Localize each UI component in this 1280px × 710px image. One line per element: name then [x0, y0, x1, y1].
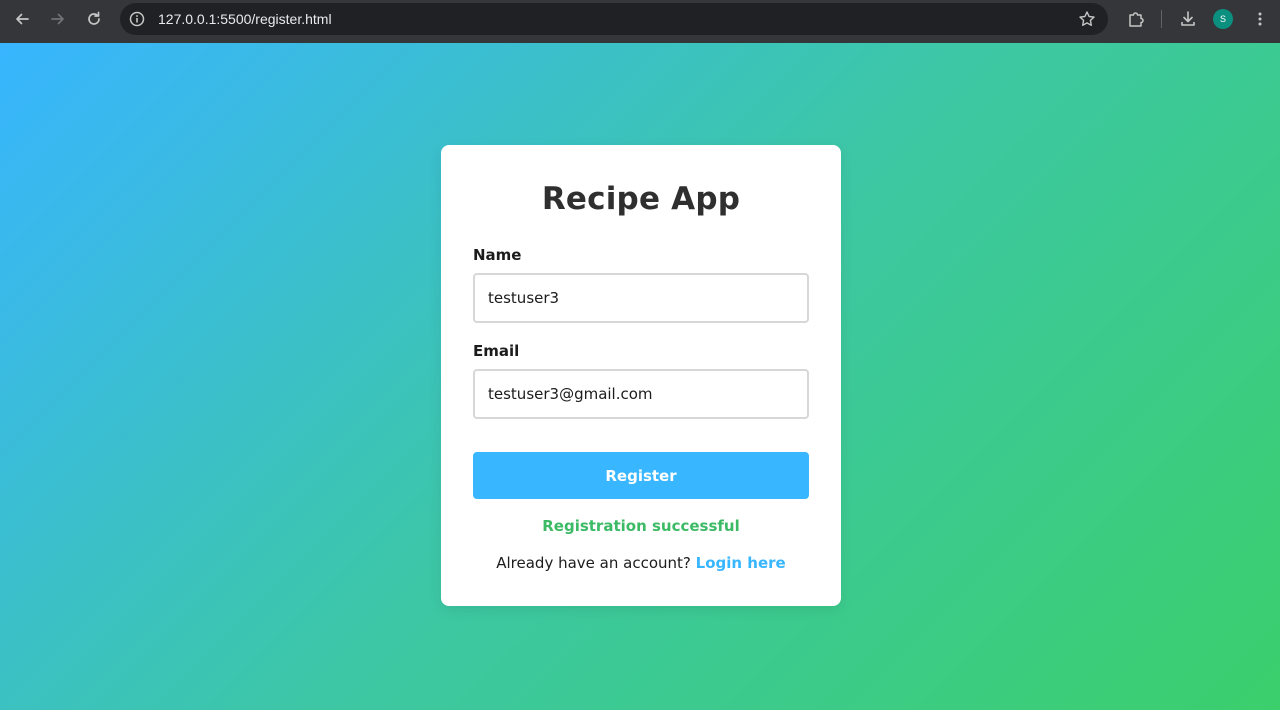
login-prompt-line: Already have an account? Login here	[441, 554, 841, 572]
bookmark-star-icon[interactable]	[1078, 10, 1096, 28]
arrow-right-icon	[51, 13, 64, 25]
downloads-button[interactable]	[1174, 7, 1202, 31]
reload-button[interactable]	[80, 7, 108, 31]
name-input[interactable]	[473, 273, 809, 323]
info-icon[interactable]	[128, 10, 146, 28]
register-card: Recipe App Name Email Register Registrat…	[441, 145, 841, 606]
download-icon	[1181, 11, 1195, 26]
puzzle-icon	[1129, 12, 1144, 27]
browser-toolbar: 127.0.0.1:5500/register.html S	[0, 0, 1280, 43]
arrow-left-icon	[16, 13, 29, 25]
reload-icon	[88, 11, 100, 25]
page-background: Recipe App Name Email Register Registrat…	[0, 43, 1280, 710]
app-title: Recipe App	[541, 181, 741, 217]
profile-avatar[interactable]: S	[1213, 9, 1233, 29]
login-prompt-text: Already have an account?	[496, 554, 691, 572]
toolbar-divider	[1161, 10, 1162, 28]
extensions-button[interactable]	[1122, 7, 1150, 31]
login-link[interactable]: Login here	[696, 554, 786, 572]
name-label: Name	[473, 246, 522, 264]
email-label: Email	[473, 342, 520, 360]
forward-button[interactable]	[44, 7, 72, 31]
url-text[interactable]: 127.0.0.1:5500/register.html	[158, 11, 332, 27]
email-input[interactable]	[473, 369, 809, 419]
more-vertical-icon	[1258, 12, 1262, 26]
register-button[interactable]: Register	[473, 452, 809, 499]
status-message: Registration successful	[542, 517, 740, 535]
menu-button[interactable]	[1246, 7, 1274, 31]
address-bar[interactable]: 127.0.0.1:5500/register.html	[120, 3, 1108, 35]
back-button[interactable]	[8, 7, 36, 31]
